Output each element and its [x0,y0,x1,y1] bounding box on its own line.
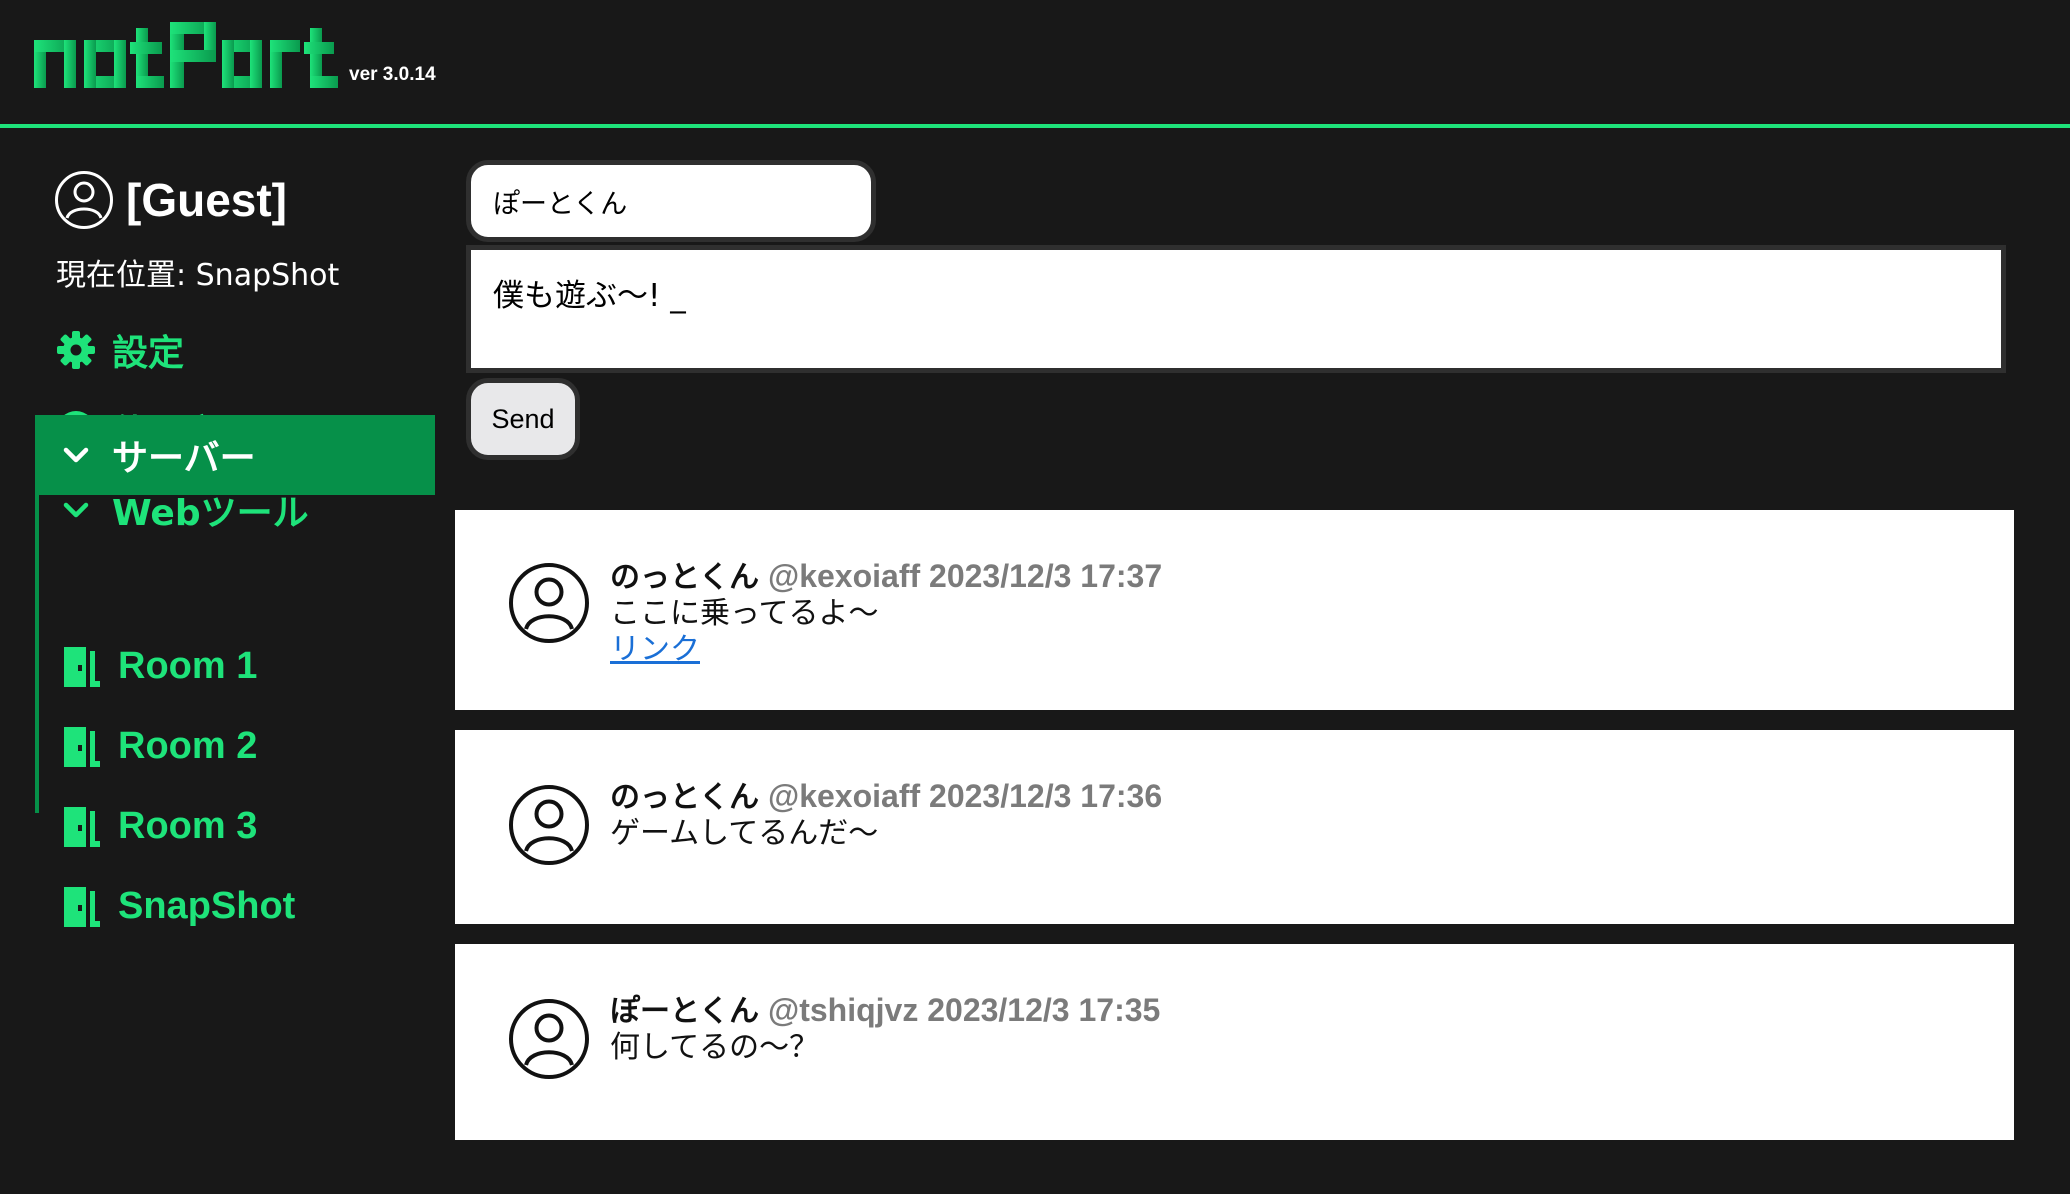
user-avatar-icon [508,562,590,648]
subnav-divider [35,495,39,813]
user-avatar-icon [54,170,114,230]
room-2-link[interactable]: Room 2 [64,725,257,768]
post-time: 2023/12/3 17:36 [929,778,1163,814]
room-3-link[interactable]: Room 3 [64,805,257,848]
user-avatar-icon [508,784,590,870]
user-avatar-icon [508,998,590,1084]
send-button[interactable]: Send [466,378,580,460]
post-card: のっとくん @kexoiaff 2023/12/3 17:37 ここに乗ってるよ… [455,510,2014,710]
app-header: ver 3.0.14 [0,0,2070,128]
room-1-link[interactable]: Room 1 [64,645,257,688]
chevron-down-icon [56,435,102,475]
message-input[interactable]: 僕も遊ぶ〜! _ [466,245,2006,373]
post-body: 何してるの〜？ [610,1030,820,1065]
post-card: のっとくん @kexoiaff 2023/12/3 17:36 ゲームしてるんだ… [455,730,2014,924]
version-label: ver 3.0.14 [349,64,436,85]
user-name: [Guest] [126,174,287,226]
door-icon [64,646,104,687]
nav-settings-label: 設定 [112,333,185,374]
logo[interactable]: ver 3.0.14 [34,22,436,88]
post-time: 2023/12/3 17:35 [927,992,1161,1028]
door-icon [64,886,104,927]
snapshot-label: SnapShot [118,885,296,927]
chevron-down-icon [56,490,102,530]
user-info[interactable]: [Guest] [54,170,287,230]
door-icon [64,806,104,847]
door-icon [64,726,104,767]
gear-icon [56,330,102,370]
post-card: ぽーとくん @tshiqjvz 2023/12/3 17:35 何してるの〜？ [455,944,2014,1140]
name-input[interactable] [466,160,876,242]
snapshot-link[interactable]: SnapShot [64,885,295,928]
current-location: 現在位置: SnapShot [56,258,340,293]
room-1-label: Room 1 [118,645,258,687]
notport-logo [34,22,338,88]
nav-server-label: サーバー [112,438,256,479]
post-time: 2023/12/3 17:37 [929,558,1163,594]
post-link[interactable]: リンク [610,624,700,668]
nav-settings[interactable]: 設定 [56,324,184,376]
room-3-label: Room 3 [118,805,258,847]
room-2-label: Room 2 [118,725,258,767]
post-body: ゲームしてるんだ〜 [610,816,879,851]
nav-server[interactable]: サーバー [35,415,435,495]
